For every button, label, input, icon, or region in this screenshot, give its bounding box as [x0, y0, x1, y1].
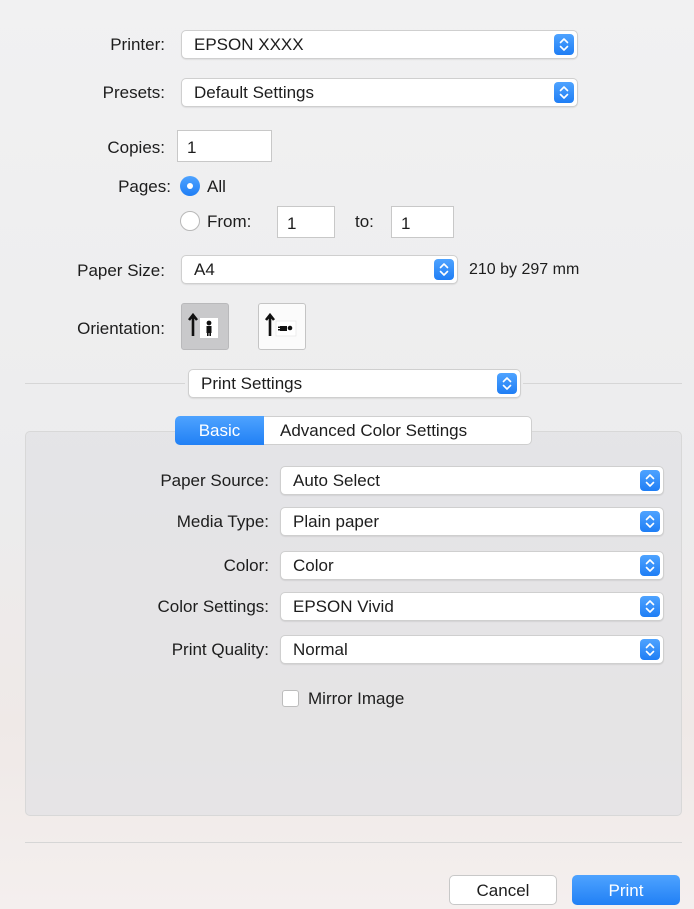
mirror-image-label: Mirror Image — [308, 689, 405, 708]
media-type-value: Plain paper — [293, 512, 380, 531]
print-quality-value: Normal — [293, 640, 348, 659]
color-value: Color — [293, 556, 334, 575]
chevron-updown-icon — [554, 34, 574, 55]
media-type-popup[interactable]: Plain paper — [280, 507, 664, 536]
print-settings-value: Print Settings — [201, 374, 303, 393]
pages-from-label: From: — [207, 212, 252, 231]
color-label: Color: — [223, 556, 269, 575]
bottom-separator — [25, 842, 682, 843]
pages-from-field[interactable]: 1 — [277, 206, 335, 238]
chevron-updown-icon — [497, 373, 517, 394]
paper-source-popup[interactable]: Auto Select — [280, 466, 664, 495]
presets-label: Presets: — [102, 83, 165, 102]
tab-basic-label: Basic — [198, 421, 241, 440]
orientation-landscape-button[interactable] — [258, 303, 306, 350]
print-settings-popup[interactable]: Print Settings — [188, 369, 521, 398]
chevron-updown-icon — [554, 82, 574, 103]
landscape-orientation-icon — [264, 312, 297, 337]
paper-size-popup[interactable]: A4 — [181, 255, 458, 284]
chevron-updown-icon — [640, 555, 660, 576]
chevron-updown-icon — [640, 511, 660, 532]
portrait-orientation-icon — [187, 312, 218, 338]
chevron-updown-icon — [434, 259, 454, 280]
printer-label: Printer: — [110, 35, 165, 54]
mirror-image-checkbox[interactable] — [282, 690, 299, 707]
tab-basic[interactable]: Basic — [175, 416, 264, 445]
pages-label: Pages: — [118, 177, 171, 196]
orientation-label: Orientation: — [77, 319, 165, 338]
color-settings-popup[interactable]: EPSON Vivid — [280, 592, 664, 621]
pages-all-label: All — [207, 177, 226, 196]
presets-popup[interactable]: Default Settings — [181, 78, 578, 107]
color-settings-label: Color Settings: — [157, 597, 270, 616]
copies-field[interactable]: 1 — [177, 130, 272, 162]
chevron-updown-icon — [640, 470, 660, 491]
pages-from-value: 1 — [287, 214, 297, 233]
print-quality-popup[interactable]: Normal — [280, 635, 664, 664]
paper-size-value: A4 — [194, 260, 215, 279]
print-quality-label: Print Quality: — [171, 640, 269, 659]
orientation-portrait-button[interactable] — [181, 303, 229, 350]
pages-to-field[interactable]: 1 — [391, 206, 454, 238]
color-popup[interactable]: Color — [280, 551, 664, 580]
pages-all-radio[interactable] — [180, 176, 200, 196]
printer-value: EPSON XXXX — [194, 35, 304, 54]
printer-popup[interactable]: EPSON XXXX — [181, 30, 578, 59]
cancel-button[interactable]: Cancel — [449, 875, 557, 905]
color-settings-value: EPSON Vivid — [293, 597, 394, 616]
presets-value: Default Settings — [194, 83, 315, 102]
chevron-updown-icon — [640, 639, 660, 660]
section-separator-right — [523, 383, 682, 384]
tab-advanced-color-settings[interactable]: Advanced Color Settings — [264, 416, 532, 445]
copies-value: 1 — [187, 138, 197, 157]
copies-label: Copies: — [107, 138, 165, 157]
section-separator-left — [25, 383, 185, 384]
paper-size-label: Paper Size: — [77, 261, 165, 280]
pages-to-value: 1 — [401, 214, 411, 233]
tab-advanced-color-settings-label: Advanced Color Settings — [280, 421, 468, 440]
media-type-label: Media Type: — [176, 512, 269, 531]
print-button-label: Print — [608, 881, 644, 900]
print-button[interactable]: Print — [572, 875, 680, 905]
paper-source-label: Paper Source: — [160, 471, 269, 490]
cancel-button-label: Cancel — [476, 881, 530, 900]
pages-from-radio[interactable] — [180, 211, 200, 231]
paper-source-value: Auto Select — [293, 471, 380, 490]
paper-dimensions: 210 by 297 mm — [469, 261, 580, 278]
chevron-updown-icon — [640, 596, 660, 617]
pages-to-label: to: — [355, 212, 374, 231]
